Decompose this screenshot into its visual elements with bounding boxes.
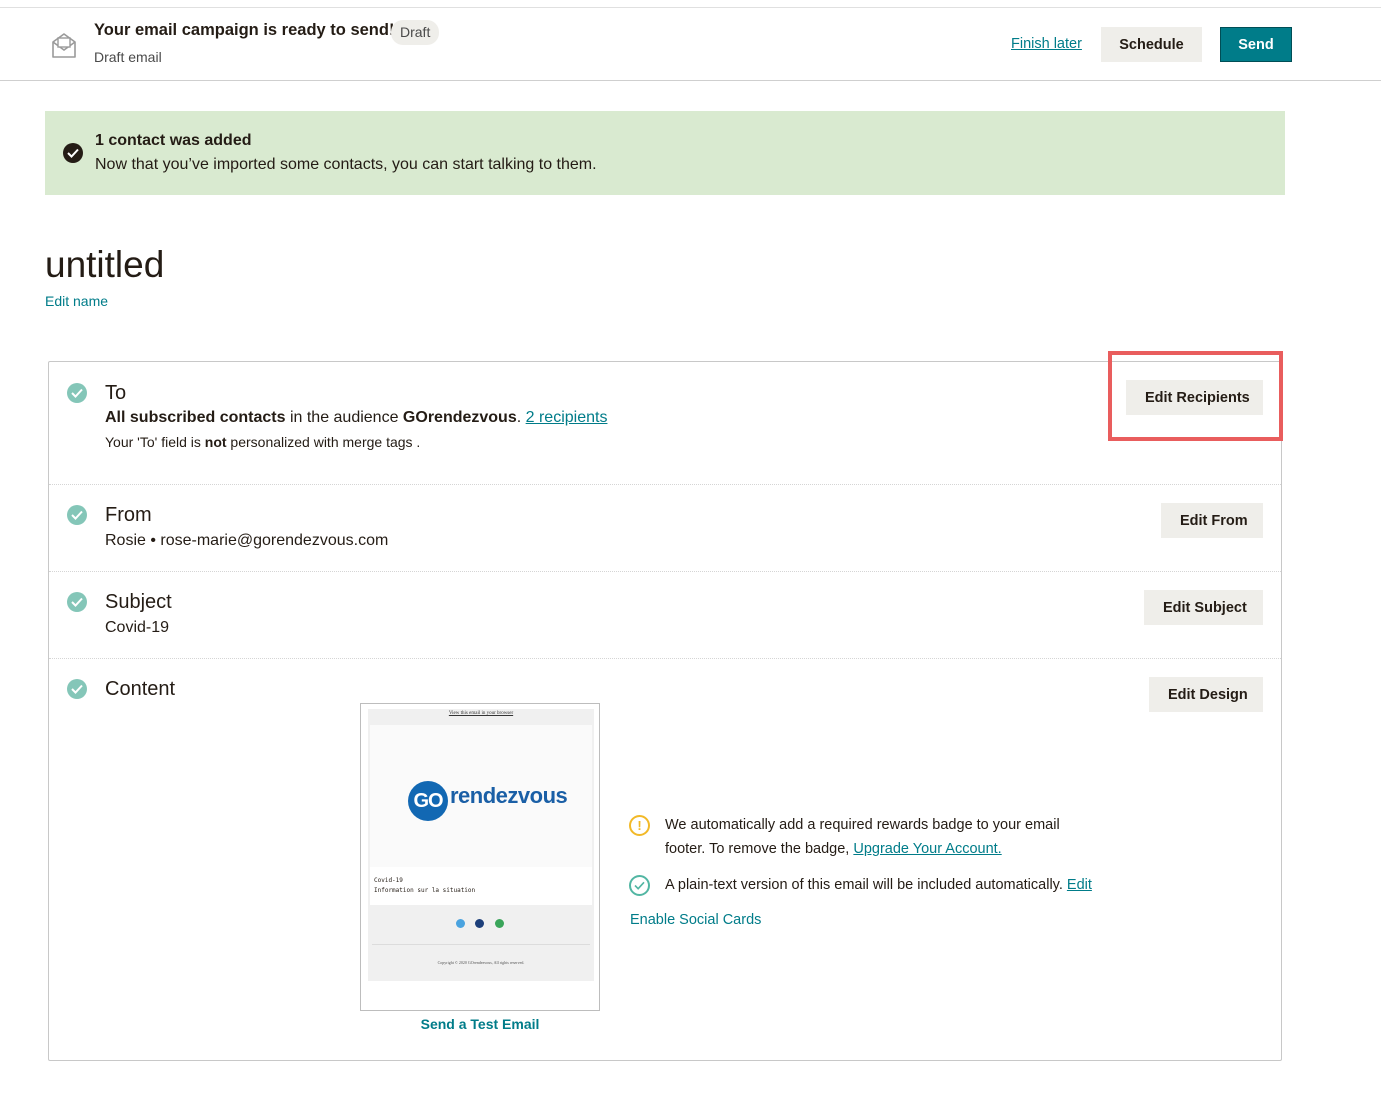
preview-info: Information sur la situation <box>374 887 476 894</box>
edit-name-link[interactable]: Edit name <box>45 293 108 309</box>
check-circle-icon <box>67 679 87 699</box>
subject-section: Subject Covid-19 Edit Subject <box>49 572 1281 659</box>
view-in-browser-link: View this email in your browser <box>448 711 514 716</box>
logo-go: GO <box>408 781 448 821</box>
check-circle-icon <box>67 505 87 525</box>
highlight-box <box>1108 351 1283 441</box>
note-start: Your 'To' field is <box>105 434 205 450</box>
plain-text-edit-link[interactable]: Edit <box>1067 877 1092 893</box>
enable-social-cards-link[interactable]: Enable Social Cards <box>630 912 761 928</box>
success-alert: 1 contact was added Now that you’ve impo… <box>45 111 1285 195</box>
logo-text: rendezvous <box>450 783 568 808</box>
to-segment: All subscribed contacts <box>105 409 286 426</box>
text-block: Covid-19 Information sur la situation <box>370 867 592 905</box>
edit-from-button[interactable]: Edit From <box>1161 503 1263 538</box>
note-bold: not <box>204 434 227 450</box>
send-test-email-link[interactable]: Send a Test Email <box>360 1016 600 1032</box>
edit-design-button[interactable]: Edit Design <box>1149 677 1263 712</box>
to-summary: All subscribed contacts in the audience … <box>105 409 607 427</box>
subject-value: Covid-19 <box>105 619 170 636</box>
upgrade-account-link[interactable]: Upgrade Your Account. <box>853 841 1001 857</box>
preview-subject: Covid-19 <box>374 877 403 884</box>
recipients-link[interactable]: 2 recipients <box>526 409 608 426</box>
check-circle-icon <box>629 875 650 896</box>
to-section: To All subscribed contacts in the audien… <box>49 362 1281 485</box>
badge-notice: We automatically add a required rewards … <box>665 813 1060 861</box>
from-section: From Rosie • rose-marie@gorendezvous.com… <box>49 485 1281 572</box>
send-button[interactable]: Send <box>1220 27 1292 62</box>
badge-notice-line1: We automatically add a required rewards … <box>665 817 1060 833</box>
warning-icon: ! <box>629 815 650 836</box>
campaign-checklist: To All subscribed contacts in the audien… <box>48 361 1282 1061</box>
edit-subject-button[interactable]: Edit Subject <box>1144 590 1263 625</box>
to-personalization-note: Your 'To' field is not personalized with… <box>105 434 420 450</box>
check-circle-icon <box>67 592 87 612</box>
header-subtitle: Draft email <box>94 49 162 65</box>
email-preview-canvas: View this email in your browser GO rende… <box>368 709 594 981</box>
facebook-icon <box>475 919 484 928</box>
subject-heading: Subject <box>105 591 172 613</box>
plain-text-notice-text: A plain-text version of this email will … <box>665 877 1067 893</box>
status-badge: Draft <box>391 20 440 45</box>
campaign-name: untitled <box>45 244 165 285</box>
to-period: . <box>516 409 526 426</box>
website-icon <box>495 919 504 928</box>
plain-text-notice: A plain-text version of this email will … <box>665 873 1092 897</box>
twitter-icon <box>456 919 465 928</box>
to-audience-prefix: in the audience <box>285 409 403 426</box>
finish-later-link[interactable]: Finish later <box>1011 36 1082 52</box>
email-preview[interactable]: View this email in your browser GO rende… <box>360 703 600 1011</box>
schedule-button[interactable]: Schedule <box>1101 27 1202 62</box>
audience-name: GOrendezvous <box>402 409 517 426</box>
from-value: Rosie • rose-marie@gorendezvous.com <box>105 532 389 549</box>
content-heading: Content <box>105 678 176 700</box>
check-circle-icon <box>67 383 87 403</box>
alert-body: Now that you’ve imported some contacts, … <box>95 156 597 173</box>
to-heading: To <box>105 382 127 404</box>
note-end: personalized with merge tags . <box>226 434 421 450</box>
envelope-icon <box>52 33 76 58</box>
from-heading: From <box>105 504 152 526</box>
header-title: Your email campaign is ready to send! <box>94 21 395 39</box>
footer-divider <box>372 944 590 945</box>
check-circle-icon <box>63 143 83 163</box>
campaign-header: Your email campaign is ready to send! Dr… <box>0 7 1381 81</box>
preview-copyright: Copyright © 2020 GOrendezvous, All right… <box>437 960 525 965</box>
badge-notice-line2: footer. To remove the badge, <box>665 841 854 857</box>
alert-title: 1 contact was added <box>95 132 252 149</box>
logo-block: GO rendezvous <box>370 725 592 867</box>
